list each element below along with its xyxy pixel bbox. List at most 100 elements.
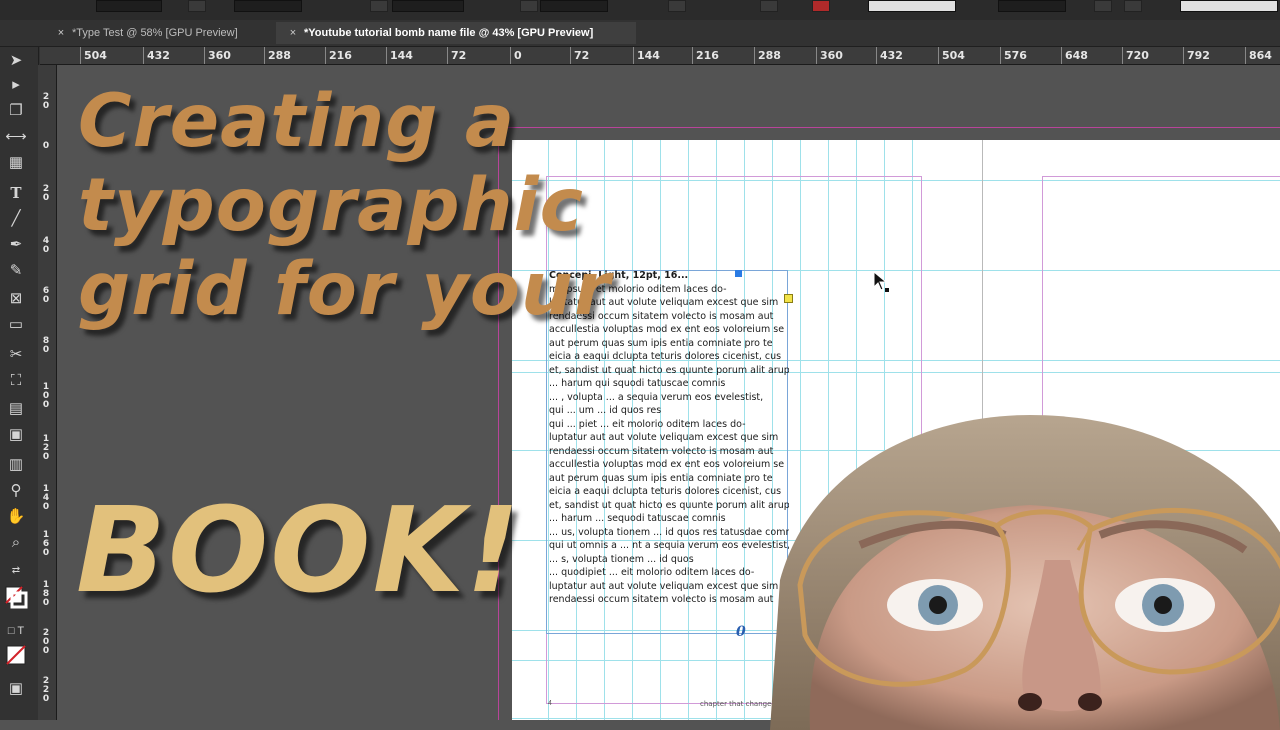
fill-stroke-swatch-icon[interactable] <box>4 585 28 609</box>
document-tab-bar: × *Type Test @ 58% [GPU Preview] × *Youtub… <box>0 20 1280 47</box>
text-line: luptatur aut aut volute veliquam excest … <box>549 432 779 443</box>
control-panel <box>0 0 1280 20</box>
format-container-icon[interactable]: □ T <box>4 621 28 641</box>
rotate-button[interactable] <box>520 0 538 12</box>
ruler-label: 288 <box>758 49 781 62</box>
text-line: ... harum ... sequodi tatuscae comnis <box>549 513 726 524</box>
ruler-label: 576 <box>1004 49 1027 62</box>
ruler-label: 1 6 0 <box>42 530 50 558</box>
page-number: 4 <box>548 700 552 707</box>
rotation-angle-field[interactable] <box>540 0 608 12</box>
ruler-label: 648 <box>1065 49 1088 62</box>
page-tool-icon[interactable]: ❐ <box>4 101 28 121</box>
ruler-label: 6 0 <box>42 286 50 305</box>
ruler-label: 792 <box>1187 49 1210 62</box>
gradient-swatch-tool-icon[interactable]: ▤ <box>4 399 28 419</box>
ruler-label: 8 0 <box>42 336 50 355</box>
text-line: accullestia voluptas mod ex ent eos volo… <box>549 459 785 470</box>
close-icon[interactable]: × <box>286 22 300 44</box>
type-tool-icon[interactable]: T <box>4 183 28 203</box>
scissors-tool-icon[interactable]: ✂ <box>4 345 28 365</box>
pencil-tool-icon[interactable]: ✎ <box>4 261 28 281</box>
text-line: qui ut omnis a ... nt a sequia verum eos… <box>549 540 789 551</box>
auto-fit-button[interactable] <box>1124 0 1142 12</box>
ruler-label: 288 <box>268 49 291 62</box>
rectangle-frame-tool-icon[interactable]: ⊠ <box>4 289 28 309</box>
zoom-tool-icon[interactable]: ⌕ <box>4 533 28 553</box>
selection-tool-icon[interactable]: ➤ <box>4 51 28 71</box>
apply-none-icon[interactable] <box>4 645 28 665</box>
ruler-label: 432 <box>880 49 903 62</box>
ruler-label: 4 0 <box>42 236 50 255</box>
mouse-cursor-icon <box>873 270 891 298</box>
rectangle-tool-icon[interactable]: ▭ <box>4 315 28 335</box>
line-tool-icon[interactable]: ╱ <box>4 209 28 229</box>
bleed-guide <box>498 127 1280 128</box>
text-line: ... quodipiet ... eit molorio oditem lac… <box>549 567 755 578</box>
direct-selection-tool-icon[interactable]: ▸ <box>4 75 28 95</box>
ruler-label: 360 <box>208 49 231 62</box>
text-line: eicia a eaqui dclupta teturis dolores ci… <box>549 486 782 497</box>
ruler-label: 0 <box>42 141 50 151</box>
ruler-label: 864 <box>1249 49 1272 62</box>
tab-type-test[interactable]: × *Type Test @ 58% [GPU Preview] <box>44 22 270 44</box>
hand-tool-icon[interactable]: ✋ <box>4 507 28 527</box>
ruler-label: 1 0 0 <box>42 382 50 410</box>
ruler-label: 216 <box>696 49 719 62</box>
text-line: aut perum quas sum ipis entia comniate p… <box>549 472 773 484</box>
flip-button[interactable] <box>668 0 686 12</box>
text-line: qui ... piet ... eit molorio oditem lace… <box>549 418 746 430</box>
ruler-label: 720 <box>1126 49 1149 62</box>
eyedropper-tool-icon[interactable]: ⚲ <box>4 481 28 501</box>
select-container-button[interactable] <box>760 0 778 12</box>
wrap-button[interactable] <box>1094 0 1112 12</box>
title-line: grid for your <box>78 247 611 332</box>
text-line: luptatur aut aut volute veliquam excest … <box>549 580 779 592</box>
ruler-label: 72 <box>451 49 467 62</box>
opacity-field[interactable] <box>998 0 1066 12</box>
title-line: Creating a <box>78 79 516 164</box>
thumbnail-title: Creating a typographic grid for your <box>78 80 611 332</box>
ruler-label: 2 0 <box>42 184 50 203</box>
y-position-field[interactable] <box>234 0 302 12</box>
ruler-label: 432 <box>147 49 170 62</box>
ruler-label: 504 <box>84 49 107 62</box>
x-position-field[interactable] <box>96 0 162 12</box>
horizontal-ruler[interactable]: 504 432 360 288 216 144 72 0 72 144 216 … <box>40 47 1280 65</box>
free-transform-tool-icon[interactable]: ⛶ <box>4 371 28 391</box>
text-line: ... harum qui squodi tatuscae comnis <box>549 378 726 389</box>
text-line: ... s, volupta tionem ... id quos <box>549 553 694 565</box>
stroke-weight-field[interactable] <box>868 0 956 12</box>
frame-number: 0 <box>736 624 746 640</box>
style-field[interactable] <box>1180 0 1278 12</box>
pen-tool-icon[interactable]: ✒ <box>4 235 28 255</box>
text-line: eicia a eaqui dclupta teturis dolores ci… <box>549 351 782 362</box>
gradient-feather-tool-icon[interactable]: ▣ <box>4 425 28 445</box>
constrain-proportions-toggle[interactable] <box>370 0 388 12</box>
text-line: et, sandist ut quat hicto es quunte poru… <box>549 499 789 511</box>
swap-fill-stroke-icon[interactable]: ⇄ <box>4 561 28 581</box>
reference-point-toggle[interactable] <box>188 0 206 12</box>
text-line: et, sandist ut quat hicto es quunte poru… <box>549 364 789 376</box>
text-line: ... us, volupta tionem ... id quos res t… <box>549 526 789 538</box>
fill-swatch[interactable] <box>812 0 830 12</box>
gap-tool-icon[interactable]: ⟷ <box>4 127 28 147</box>
ruler-label: 144 <box>637 49 660 62</box>
vertical-ruler[interactable]: 2 0 0 2 0 4 0 6 0 8 0 1 0 0 1 2 0 1 4 0 … <box>38 65 57 720</box>
text-line: ... , volupta ... a sequia verum eos eve… <box>549 391 764 403</box>
ruler-label: 2 2 0 <box>42 676 50 704</box>
text-line: rendaessi occum sitatem volecto is mosam… <box>549 445 774 457</box>
ruler-label: 216 <box>329 49 352 62</box>
ruler-label: 1 8 0 <box>42 580 50 608</box>
text-line: qui ... um ... id quos res <box>549 405 662 416</box>
note-tool-icon[interactable]: ▥ <box>4 455 28 475</box>
close-icon[interactable]: × <box>54 22 68 44</box>
ruler-label: 72 <box>574 49 590 62</box>
scale-x-field[interactable] <box>392 0 464 12</box>
tab-label: *Type Test @ 58% [GPU Preview] <box>72 27 238 39</box>
ruler-label: 360 <box>820 49 843 62</box>
tools-panel: ➤ ▸ ❐ ⟷ ▦ T ╱ ✒ ✎ ⊠ ▭ ✂ ⛶ ▤ ▣ ▥ ⚲ ✋ ⌕ ⇄ … <box>0 47 39 720</box>
content-collector-tool-icon[interactable]: ▦ <box>4 153 28 173</box>
tab-youtube-tutorial[interactable]: × *Youtube tutorial bomb name file @ 43% … <box>276 22 636 44</box>
screen-mode-icon[interactable]: ▣ <box>4 679 28 699</box>
